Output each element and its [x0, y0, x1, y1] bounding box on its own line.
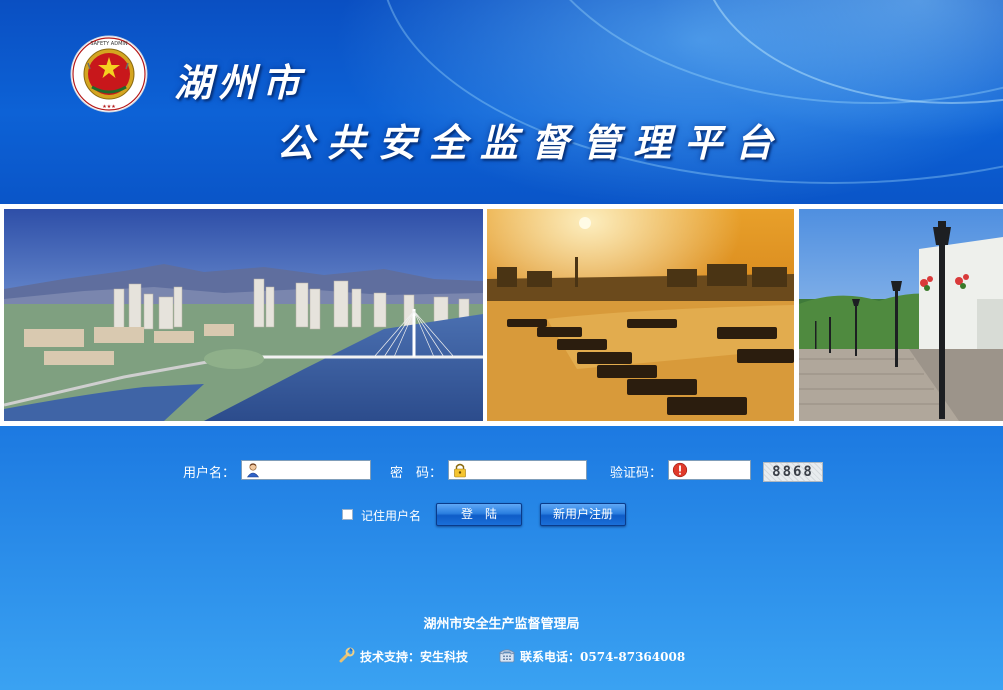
remember-username-checkbox[interactable] — [342, 509, 353, 520]
svg-text:SAFETY ADMIN: SAFETY ADMIN — [90, 41, 127, 47]
footer-organization: 湖州市安全生产监督管理局 — [423, 617, 580, 632]
old-street-lamps-photo — [799, 209, 1003, 421]
remember-username-label[interactable]: 记住用户名 — [361, 507, 421, 524]
login-actions-row: 记住用户名 登 陆 新用户注册 — [0, 503, 1003, 527]
city-title: 湖州市 — [174, 60, 307, 105]
contact-phone-info: 联系电话：0574-87364008 — [498, 646, 688, 664]
password-label: 密 码： — [390, 465, 443, 480]
sunset-canal-boats-photo — [487, 209, 794, 421]
login-form-row: 用户名： 密 码： 验证码： 8868 — [0, 458, 1003, 484]
wrench-icon — [339, 647, 355, 663]
tech-support-text: 技术支持：安生科技 — [360, 650, 469, 664]
city-skyline-river-photo — [4, 209, 483, 421]
register-button[interactable]: 新用户注册 — [540, 503, 626, 526]
captcha-image[interactable]: 8868 — [763, 462, 823, 482]
captcha-label: 验证码： — [610, 465, 663, 480]
user-icon — [246, 463, 260, 478]
login-button[interactable]: 登 陆 — [436, 503, 522, 526]
warning-icon — [672, 462, 688, 478]
header-banner: SAFETY ADMIN ★★★ 湖州市 公共安全监督管理平台 — [0, 0, 1003, 204]
phone-icon — [498, 649, 516, 663]
password-input[interactable] — [471, 462, 581, 478]
captcha-input[interactable] — [691, 462, 746, 478]
tech-support-info: 技术支持：安生科技 — [338, 646, 488, 664]
contact-phone-text: 联系电话：0574-87364008 — [520, 650, 686, 664]
username-field[interactable] — [241, 460, 371, 480]
photo-strip — [0, 204, 1003, 426]
username-input[interactable] — [264, 462, 364, 478]
safety-administration-emblem-icon: SAFETY ADMIN ★★★ — [70, 35, 148, 113]
lock-icon — [454, 463, 466, 478]
svg-text:★★★: ★★★ — [102, 104, 116, 110]
platform-title: 公共安全监督管理平台 — [276, 120, 787, 165]
password-field[interactable] — [448, 460, 587, 480]
username-label: 用户名： — [183, 465, 236, 480]
captcha-field[interactable] — [668, 460, 751, 480]
